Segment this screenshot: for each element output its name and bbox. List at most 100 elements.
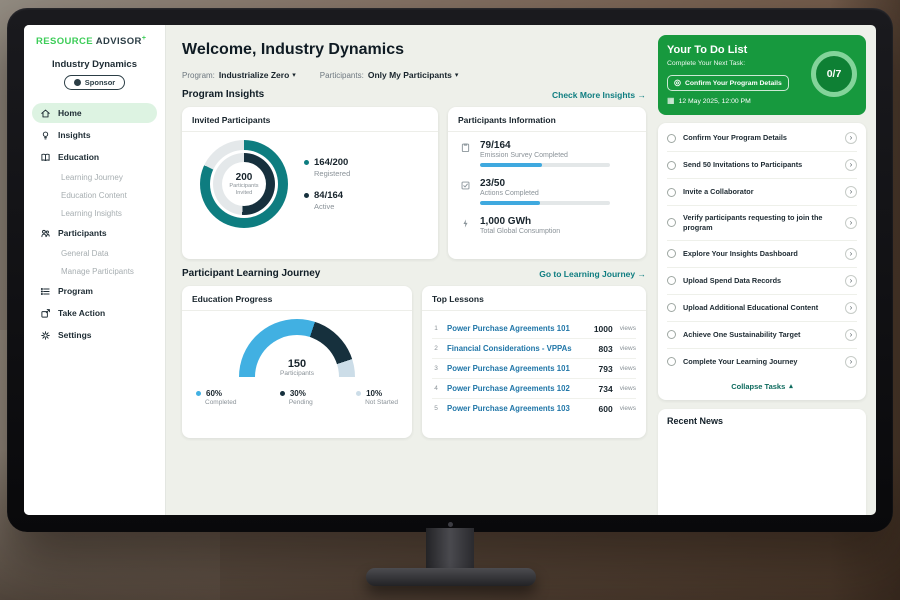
- task-label: Upload Additional Educational Content: [683, 303, 838, 313]
- task-row-complete-learning-journey[interactable]: Complete Your Learning Journey ›: [667, 349, 857, 375]
- sidebar-item-take-action[interactable]: Take Action: [32, 303, 157, 323]
- chevron-right-icon[interactable]: ›: [845, 329, 857, 341]
- sidebar-item-general-data[interactable]: General Data: [32, 245, 157, 261]
- lesson-rank: 1: [432, 325, 440, 332]
- monitor-stand-base: [366, 568, 536, 586]
- task-label: Send 50 Invitations to Participants: [683, 160, 838, 170]
- lesson-link[interactable]: Power Purchase Agreements 101: [447, 364, 592, 373]
- next-task-chip[interactable]: ◎ Confirm Your Program Details: [667, 75, 789, 91]
- check-square-icon: [460, 180, 471, 191]
- sidebar-item-learning-journey[interactable]: Learning Journey: [32, 169, 157, 185]
- brand-logo[interactable]: RESOURCE ADVISOR+: [32, 35, 157, 47]
- target-icon: ◎: [674, 79, 681, 87]
- legend-value: 84/164: [314, 190, 343, 201]
- check-more-insights-link[interactable]: Check More Insights →: [552, 90, 646, 100]
- collapse-tasks-button[interactable]: Collapse Tasks ▴: [667, 375, 857, 398]
- due-date-text: 12 May 2025, 12:00 PM: [679, 98, 751, 105]
- sponsor-badge[interactable]: Sponsor: [64, 75, 125, 90]
- task-row-achieve-target[interactable]: Achieve One Sustainability Target ›: [667, 322, 857, 349]
- todo-progress-ring: 0/7: [811, 51, 857, 97]
- section-title: Participant Learning Journey: [182, 268, 320, 279]
- section-title: Program Insights: [182, 89, 264, 100]
- task-row-invite-collaborator[interactable]: Invite a Collaborator ›: [667, 179, 857, 206]
- sidebar-item-program[interactable]: Program: [32, 281, 157, 301]
- chevron-down-icon: ▾: [455, 71, 459, 79]
- metric-value: 1,000 GWh: [480, 216, 560, 227]
- task-checkbox[interactable]: [667, 134, 676, 143]
- task-checkbox[interactable]: [667, 303, 676, 312]
- legend-value: 10%: [366, 389, 382, 398]
- info-row-actions: 23/50 Actions Completed: [458, 178, 636, 205]
- task-row-explore-insights[interactable]: Explore Your Insights Dashboard ›: [667, 241, 857, 268]
- task-checkbox[interactable]: [667, 249, 676, 258]
- task-checkbox[interactable]: [667, 357, 676, 366]
- sidebar-item-insights[interactable]: Insights: [32, 125, 157, 145]
- program-filter[interactable]: Program: Industrialize Zero ▾: [182, 70, 296, 80]
- chevron-right-icon[interactable]: ›: [845, 159, 857, 171]
- metric-value: 23/50: [480, 178, 610, 189]
- lesson-link[interactable]: Power Purchase Agreements 102: [447, 384, 592, 393]
- lesson-views: 600: [599, 404, 613, 414]
- task-checkbox[interactable]: [667, 276, 676, 285]
- task-checkbox[interactable]: [667, 161, 676, 170]
- sidebar-item-education[interactable]: Education: [32, 147, 157, 167]
- chevron-right-icon[interactable]: ›: [845, 248, 857, 260]
- chevron-right-icon[interactable]: ›: [845, 217, 857, 229]
- task-row-upload-educational-content[interactable]: Upload Additional Educational Content ›: [667, 295, 857, 322]
- chevron-right-icon[interactable]: ›: [845, 132, 857, 144]
- sidebar-item-label: Settings: [58, 330, 92, 340]
- monitor-bezel: RESOURCE ADVISOR+ Industry Dynamics Spon…: [7, 8, 893, 532]
- participants-filter[interactable]: Participants: Only My Participants ▾: [320, 70, 459, 80]
- todo-summary-card: Your To Do List Complete Your Next Task:…: [658, 35, 866, 115]
- program-filter-value: Industrialize Zero: [219, 70, 289, 80]
- legend-label: Completed: [205, 399, 236, 406]
- invited-participants-card: Invited Participants 200 Participants In…: [182, 107, 438, 259]
- task-checkbox[interactable]: [667, 330, 676, 339]
- sidebar-item-settings[interactable]: Settings: [32, 325, 157, 345]
- sidebar-item-participants[interactable]: Participants: [32, 223, 157, 243]
- lesson-link[interactable]: Financial Considerations - VPPAs: [447, 344, 592, 353]
- chevron-right-icon[interactable]: ›: [845, 356, 857, 368]
- task-label: Complete Your Learning Journey: [683, 357, 838, 367]
- sidebar-item-manage-participants[interactable]: Manage Participants: [32, 263, 157, 279]
- next-task-label: Confirm Your Program Details: [685, 80, 782, 87]
- task-row-send-invitations[interactable]: Send 50 Invitations to Participants ›: [667, 152, 857, 179]
- chevron-right-icon[interactable]: ›: [845, 186, 857, 198]
- task-label: Invite a Collaborator: [683, 187, 838, 197]
- card-title: Participants Information: [448, 107, 646, 132]
- recent-news-title: Recent News: [667, 416, 723, 426]
- go-to-learning-journey-link[interactable]: Go to Learning Journey →: [539, 269, 646, 279]
- task-checkbox[interactable]: [667, 218, 676, 227]
- info-row-consumption: 1,000 GWh Total Global Consumption: [458, 216, 636, 239]
- chevron-right-icon[interactable]: ›: [845, 275, 857, 287]
- task-row-upload-spend-data[interactable]: Upload Spend Data Records ›: [667, 268, 857, 295]
- task-checkbox[interactable]: [667, 188, 676, 197]
- todo-column: Your To Do List Complete Your Next Task:…: [658, 25, 876, 515]
- lesson-rank: 2: [432, 345, 440, 352]
- chevron-down-icon: ▾: [292, 71, 296, 79]
- emission-survey-progress-bar: [480, 163, 610, 167]
- settings-icon: [40, 330, 51, 341]
- lesson-rank: 4: [432, 385, 440, 392]
- main-content: Welcome, Industry Dynamics Program: Indu…: [166, 25, 658, 515]
- legend-dot: [280, 391, 285, 396]
- task-row-verify-participants[interactable]: Verify participants requesting to join t…: [667, 206, 857, 241]
- sidebar-item-home[interactable]: Home: [32, 103, 157, 123]
- collapse-label: Collapse Tasks: [731, 382, 785, 391]
- actions-progress-bar: [480, 201, 610, 205]
- chevron-right-icon[interactable]: ›: [845, 302, 857, 314]
- task-label: Verify participants requesting to join t…: [683, 213, 838, 233]
- todo-tasks-card: Confirm Your Program Details › Send 50 I…: [658, 123, 866, 400]
- brand-secondary: ADVISOR: [96, 36, 142, 47]
- donut-center-label: Participants Invited: [222, 183, 266, 197]
- gauge-legend: 60% Completed 30% Pending: [192, 389, 402, 406]
- task-row-confirm-program[interactable]: Confirm Your Program Details ›: [667, 125, 857, 152]
- sidebar-item-learning-insights[interactable]: Learning Insights: [32, 205, 157, 221]
- sidebar-item-education-content[interactable]: Education Content: [32, 187, 157, 203]
- card-title: Education Progress: [182, 286, 412, 311]
- lesson-link[interactable]: Power Purchase Agreements 103: [447, 404, 592, 413]
- lesson-row: 5 Power Purchase Agreements 103 600 view…: [432, 399, 636, 418]
- legend-dot: [304, 160, 309, 165]
- donut-center: 200 Participants Invited: [222, 162, 266, 206]
- lesson-link[interactable]: Power Purchase Agreements 101: [447, 324, 587, 333]
